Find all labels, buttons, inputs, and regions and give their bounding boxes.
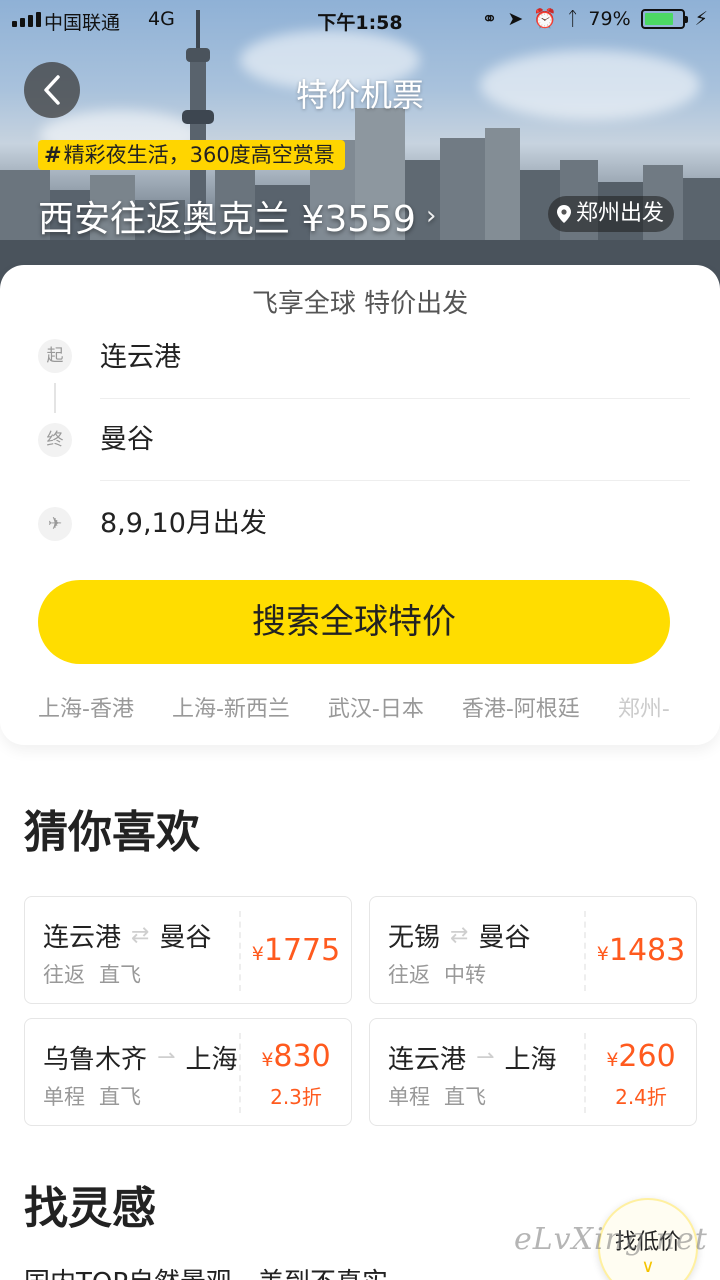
promo-headline-text: 西安往返奥克兰 ¥3559 (38, 199, 416, 240)
section-title-guess-you-like: 猜你喜欢 (24, 807, 200, 858)
double-chevron-down-icon: ∨ (641, 1256, 655, 1277)
deal-trip-type: 单程 (43, 1085, 85, 1109)
destination-field[interactable]: 曼谷 (100, 399, 690, 481)
date-field[interactable]: 8,9,10月出发 (100, 483, 690, 565)
rotation-lock-icon: ⚭ (481, 7, 498, 30)
deal-meta: 往返 中转 (388, 959, 486, 989)
route-connector (54, 383, 56, 413)
alarm-icon: ⏰ (533, 8, 558, 30)
quick-routes: 上海-香港 上海-新西兰 武汉-日本 香港-阿根廷 郑州- (38, 691, 670, 723)
battery-percent: 79% (588, 7, 631, 30)
status-icons: ⚭ ➤ ⏰ ᛏ 79% ⚡ (481, 7, 709, 31)
departure-city-label: 郑州出发 (576, 201, 665, 226)
deal-to: 曼谷 (478, 923, 531, 953)
deal-stops: 直飞 (99, 1085, 141, 1109)
bluetooth-icon: ᛏ (567, 7, 579, 30)
deal-price: ¥1483 (584, 933, 698, 968)
deal-price: ¥1775 (239, 933, 353, 968)
quick-route-item[interactable]: 香港-阿根廷 (462, 691, 580, 723)
origin-field[interactable]: 连云港 (100, 317, 690, 399)
deal-card[interactable]: 连云港 ⇀ 上海 单程 直飞 ¥260 2.4折 (369, 1018, 697, 1126)
deal-from: 连云港 (43, 923, 122, 953)
deal-meta: 单程 直飞 (43, 1081, 141, 1111)
charging-icon: ⚡ (694, 7, 708, 30)
quick-route-item[interactable]: 武汉-日本 (328, 691, 424, 723)
one-way-arrow-icon: ⇀ (157, 1045, 176, 1070)
deal-to: 上海 (504, 1045, 557, 1075)
deal-trip-type: 单程 (388, 1085, 430, 1109)
deal-price-value: 260 (618, 1039, 676, 1074)
inspiration-item-title[interactable]: 国内TOP自然景观，美到不真实 (24, 1262, 388, 1280)
round-trip-arrows-icon: ⇄ (131, 923, 150, 948)
page-title: 特价机票 (295, 76, 424, 114)
deal-to: 曼谷 (159, 923, 212, 953)
deal-price: ¥260 (584, 1039, 698, 1074)
currency-symbol: ¥ (251, 943, 264, 965)
quick-route-item[interactable]: 郑州- (618, 691, 670, 723)
deal-from: 乌鲁木齐 (43, 1045, 148, 1075)
deal-trip-type: 往返 (43, 963, 85, 987)
deal-price-value: 1775 (263, 933, 341, 968)
deal-route: 无锡 ⇄ 曼谷 (388, 917, 530, 954)
deal-route: 连云港 ⇄ 曼谷 (43, 917, 211, 954)
round-trip-arrows-icon: ⇄ (450, 923, 469, 948)
currency-symbol: ¥ (606, 1049, 619, 1071)
deal-card[interactable]: 连云港 ⇄ 曼谷 往返 直飞 ¥1775 (24, 896, 352, 1004)
deal-card[interactable]: 乌鲁木齐 ⇀ 上海 单程 直飞 ¥830 2.3折 (24, 1018, 352, 1126)
deal-meta: 往返 直飞 (43, 959, 141, 989)
deal-from: 连云港 (388, 1045, 467, 1075)
one-way-arrow-icon: ⇀ (476, 1045, 495, 1070)
origin-badge: 起 (38, 339, 72, 373)
search-subtitle: 飞享全球 特价出发 (251, 289, 469, 319)
deal-from: 无锡 (388, 923, 441, 953)
destination-badge: 终 (38, 423, 72, 457)
location-pin-icon (557, 205, 571, 223)
deal-price-value: 830 (273, 1039, 331, 1074)
search-card: 飞享全球 特价出发 起 连云港 终 曼谷 ✈ 8,9,10月出发 搜索全球特价 … (0, 265, 720, 745)
currency-symbol: ¥ (596, 943, 609, 965)
deal-meta: 单程 直飞 (388, 1081, 486, 1111)
chevron-right-icon: › (425, 201, 437, 231)
airplane-icon: ✈ (38, 507, 72, 541)
deal-route: 连云港 ⇀ 上海 (388, 1039, 556, 1076)
deal-stops: 中转 (444, 963, 486, 987)
battery-icon (640, 8, 688, 29)
departure-city-selector[interactable]: 郑州出发 (548, 196, 675, 232)
currency-symbol: ¥ (261, 1049, 274, 1071)
quick-route-item[interactable]: 上海-新西兰 (172, 691, 290, 723)
deal-price-value: 1483 (608, 933, 686, 968)
section-title-inspiration: 找灵感 (24, 1183, 156, 1234)
promo-tag-text: 精彩夜生活，360度高空赏景 (63, 143, 335, 167)
deal-price: ¥830 (239, 1039, 353, 1074)
promo-headline-link[interactable]: 西安往返奥克兰 ¥3559 › (38, 190, 436, 242)
deal-trip-type: 往返 (388, 963, 430, 987)
deal-to: 上海 (185, 1045, 238, 1075)
deal-stops: 直飞 (444, 1085, 486, 1109)
status-bar: 中国联通 4G 下午1:58 ⚭ ➤ ⏰ ᛏ 79% ⚡ (0, 0, 720, 40)
watermark: eLvXing.net (514, 1222, 708, 1257)
search-button[interactable]: 搜索全球特价 (38, 580, 670, 664)
promo-tag: #精彩夜生活，360度高空赏景 (38, 140, 345, 170)
deal-stops: 直飞 (99, 963, 141, 987)
deal-discount: 2.4折 (615, 1085, 667, 1109)
hashtag-icon: # (44, 143, 62, 167)
deal-discount: 2.3折 (270, 1085, 322, 1109)
quick-route-item[interactable]: 上海-香港 (38, 691, 134, 723)
location-arrow-icon: ➤ (507, 7, 524, 30)
deal-card[interactable]: 无锡 ⇄ 曼谷 往返 中转 ¥1483 (369, 896, 697, 1004)
deal-route: 乌鲁木齐 ⇀ 上海 (43, 1039, 237, 1076)
